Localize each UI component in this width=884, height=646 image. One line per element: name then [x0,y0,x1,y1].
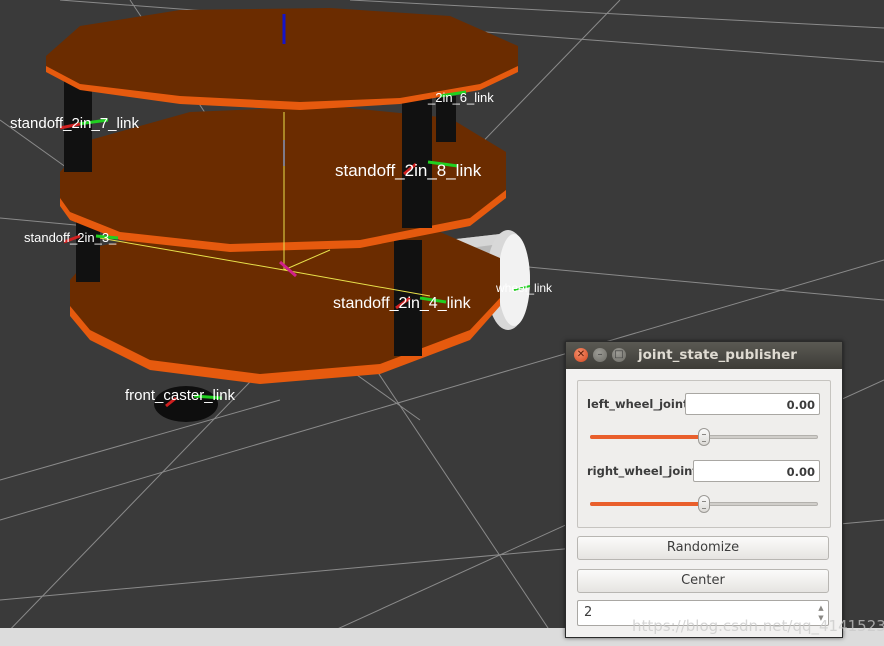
slider-handle[interactable] [698,495,710,513]
slider-fill [590,435,704,439]
maximize-icon[interactable]: □ [612,348,626,362]
left-wheel-joint-value[interactable]: 0.00 [685,393,820,415]
joint-group: left_wheel_joint 0.00 right_wheel_joint … [577,380,831,528]
randomize-button[interactable]: Randomize [577,536,829,560]
center-button[interactable]: Center [577,569,829,593]
left-wheel-joint-label: left_wheel_joint [587,397,689,411]
window-title: joint_state_publisher [638,347,797,363]
close-icon[interactable]: ✕ [574,348,588,362]
slider-handle[interactable] [698,428,710,446]
count-spinbox-value: 2 [584,605,593,620]
joint-state-publisher-window: ✕ – □ joint_state_publisher left_wheel_j… [565,341,843,638]
link-label-wheel: wheel_link [495,281,553,295]
left-wheel-joint-slider[interactable] [590,427,818,447]
minimize-icon[interactable]: – [593,348,607,362]
link-label-standoff-7: standoff_2in_7_link [10,115,139,132]
spin-up-icon[interactable]: ▲ [816,603,826,613]
right-wheel-joint-label: right_wheel_joint [587,464,698,478]
watermark: https://blog.csdn.net/qq_41415238 [632,617,884,635]
right-wheel-joint-value[interactable]: 0.00 [693,460,820,482]
link-label-standoff-3: standoff_2in_3_ [24,230,117,245]
right-wheel-joint-slider[interactable] [590,494,818,514]
link-label-front-caster: front_caster_link [125,387,236,404]
window-titlebar[interactable]: ✕ – □ joint_state_publisher [566,342,842,369]
link-label-standoff-8: standoff_2in_8_link [335,161,482,180]
slider-fill [590,502,704,506]
link-label-standoff-6: _2in_6_link [427,90,494,105]
link-label-standoff-4: standoff_2in_4_link [333,295,472,312]
